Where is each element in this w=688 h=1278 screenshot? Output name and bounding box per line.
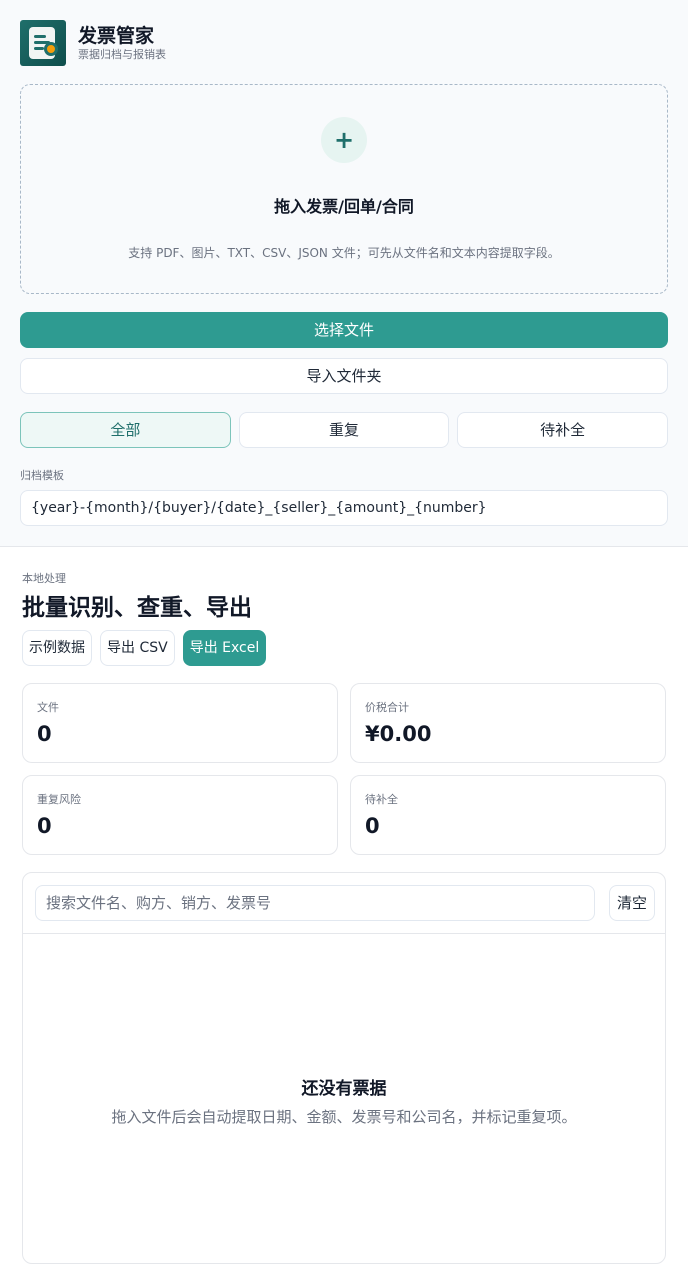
brand: 发票管家 票据归档与报销表 — [20, 20, 166, 66]
clear-button[interactable]: 清空 — [609, 885, 655, 921]
stat-card-duplicates: 重复风险 0 — [22, 775, 338, 855]
plus-icon[interactable]: + — [321, 117, 367, 163]
dropzone-hint: 支持 PDF、图片、TXT、CSV、JSON 文件；可先从文件名和文本内容提取字… — [128, 246, 560, 260]
stat-value: 0 — [37, 722, 52, 746]
invoice-list: 清空 还没有票据 拖入文件后会自动提取日期、金额、发票号和公司名，并标记重复项。 — [22, 872, 666, 1264]
stat-label: 文件 — [37, 701, 59, 714]
dropzone-title: 拖入发票/回单/合同 — [274, 197, 414, 216]
app-subtitle: 票据归档与报销表 — [78, 48, 166, 61]
upload-panel: 发票管家 票据归档与报销表 + 拖入发票/回单/合同 支持 PDF、图片、TXT… — [0, 0, 688, 547]
sample-data-button[interactable]: 示例数据 — [22, 630, 92, 666]
stat-label: 价税合计 — [365, 701, 409, 714]
import-folder-button[interactable]: 导入文件夹 — [20, 358, 668, 394]
stat-label: 待补全 — [365, 793, 398, 806]
stat-value: 0 — [37, 814, 52, 838]
stat-value: 0 — [365, 814, 380, 838]
empty-state-title: 还没有票据 — [301, 1079, 387, 1099]
filter-duplicates[interactable]: 重复 — [238, 412, 450, 448]
filter-tabs: 全部 重复 待补全 — [20, 412, 669, 448]
choose-file-button[interactable]: 选择文件 — [20, 312, 668, 348]
stat-label: 重复风险 — [37, 793, 81, 806]
export-csv-button[interactable]: 导出 CSV — [100, 630, 175, 666]
file-dropzone[interactable]: + 拖入发票/回单/合同 支持 PDF、图片、TXT、CSV、JSON 文件；可… — [20, 84, 668, 294]
invoice-logo-icon — [20, 20, 66, 66]
search-input[interactable] — [35, 885, 595, 921]
template-label: 归档模板 — [20, 469, 64, 482]
filter-all[interactable]: 全部 — [20, 412, 231, 448]
stat-card-files: 文件 0 — [22, 683, 338, 763]
template-input[interactable]: {year}-{month}/{buyer}/{date}_{seller}_{… — [20, 490, 668, 526]
stat-card-total: 价税合计 ¥0.00 — [350, 683, 666, 763]
list-toolbar: 清空 — [23, 873, 665, 934]
empty-state-hint: 拖入文件后会自动提取日期、金额、发票号和公司名，并标记重复项。 — [111, 1108, 577, 1126]
action-bar: 示例数据 导出 CSV 导出 Excel — [22, 630, 267, 666]
app-title: 发票管家 — [78, 25, 155, 47]
stat-card-pending: 待补全 0 — [350, 775, 666, 855]
page-title: 批量识别、查重、导出 — [22, 595, 252, 621]
export-excel-button[interactable]: 导出 Excel — [182, 630, 267, 666]
section-eyebrow: 本地处理 — [22, 572, 66, 585]
filter-pending[interactable]: 待补全 — [457, 412, 669, 448]
stat-value: ¥0.00 — [365, 722, 432, 746]
